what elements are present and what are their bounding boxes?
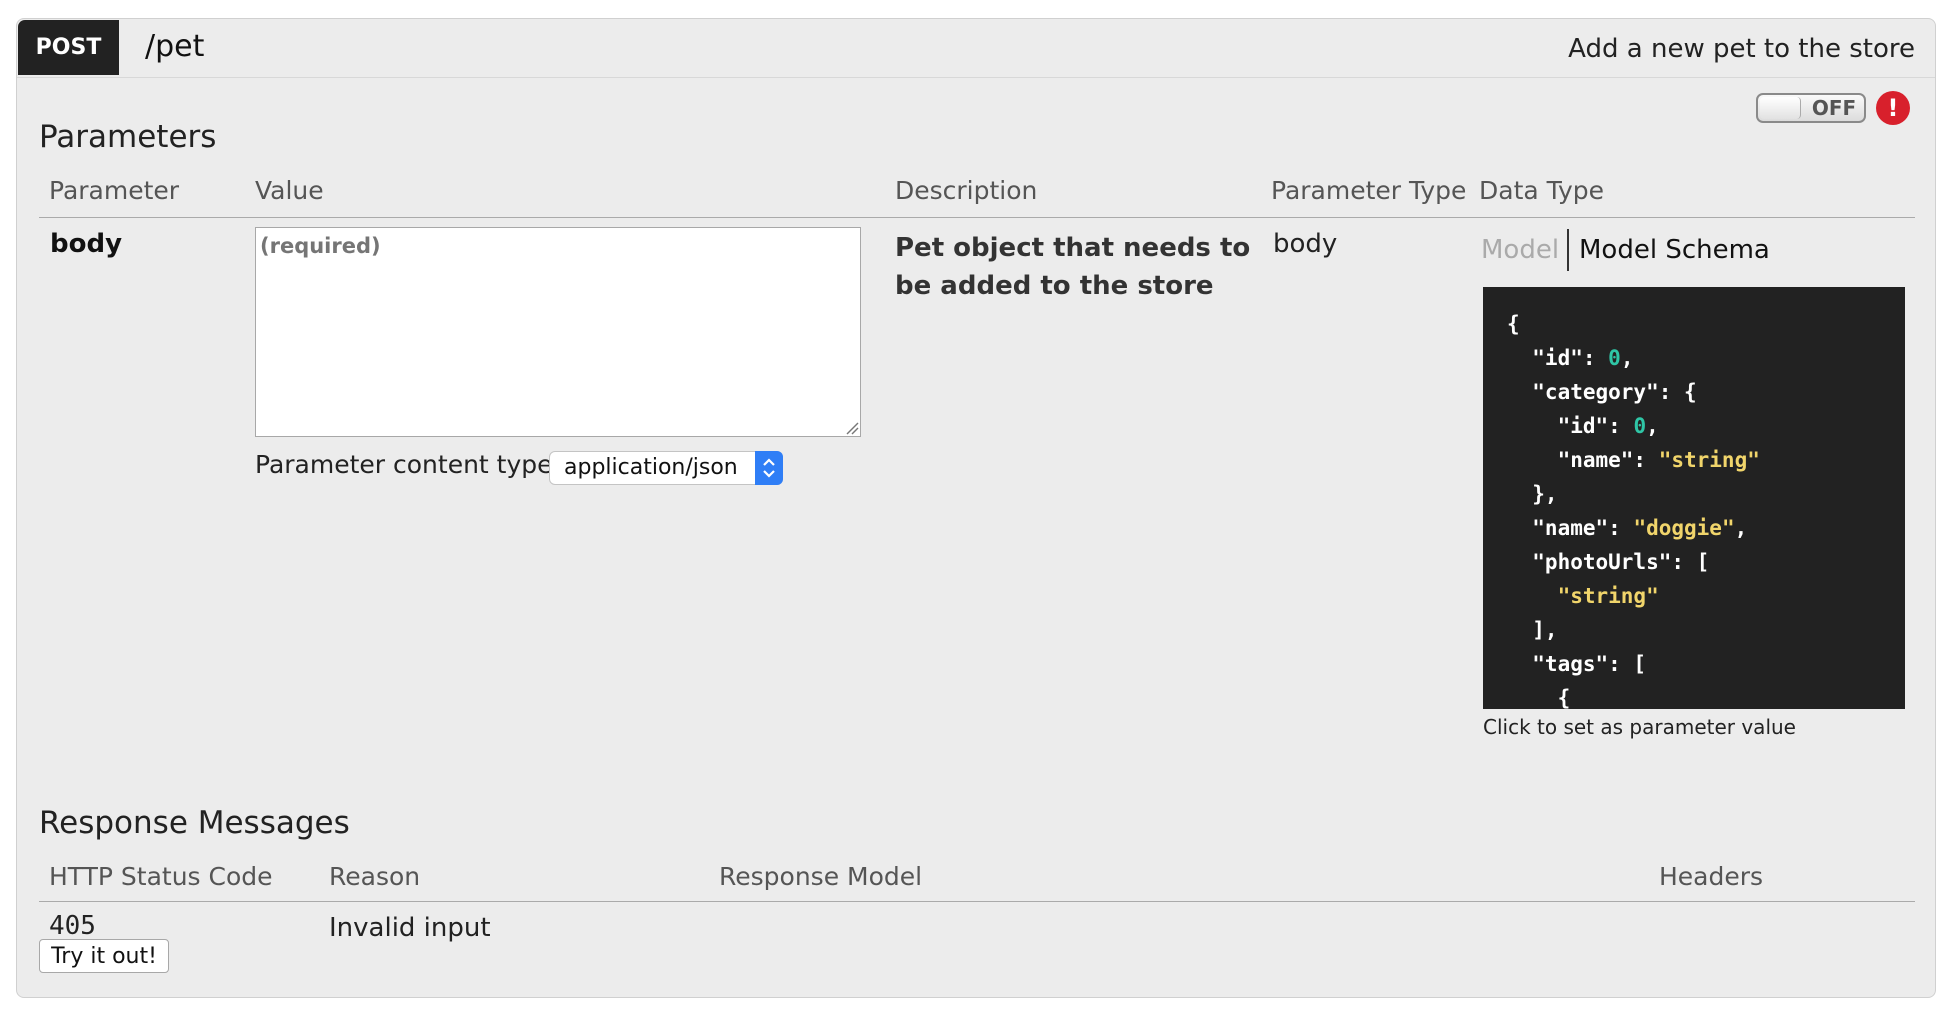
model-schema-code[interactable]: { "id": 0, "category": { "id": 0, "name"… [1483, 287, 1905, 709]
operation-panel: POST /pet Add a new pet to the store OFF… [16, 18, 1936, 998]
col-headers: Headers [1659, 862, 1764, 891]
parameters-title: Parameters [39, 119, 217, 155]
toggle-label: OFF [1811, 96, 1857, 120]
col-parameter: Parameter [49, 176, 180, 205]
http-method-badge[interactable]: POST [18, 20, 119, 75]
toggle-knob [1760, 97, 1801, 119]
schema-line: "tags": [ [1507, 652, 1647, 676]
resize-grip-icon[interactable] [845, 421, 859, 435]
auth-toggle[interactable]: OFF [1756, 93, 1866, 123]
col-description: Description [895, 176, 1038, 205]
tab-model-schema[interactable]: Model Schema [1579, 233, 1770, 267]
operation-header[interactable]: POST /pet Add a new pet to the store [17, 19, 1935, 78]
responses-title: Response Messages [39, 805, 350, 841]
schema-hint: Click to set as parameter value [1483, 715, 1796, 739]
schema-line: "photoUrls": [ [1507, 550, 1710, 574]
select-arrows-icon [755, 451, 783, 485]
tab-divider [1567, 229, 1569, 271]
schema-line: "name": "doggie", [1507, 516, 1748, 540]
content-type-value: application/json [564, 455, 738, 480]
parameters-header-rule [39, 217, 1915, 218]
col-parameter-type: Parameter Type [1271, 176, 1467, 205]
schema-line: ], [1507, 618, 1558, 642]
col-data-type: Data Type [1479, 176, 1605, 205]
content-type-select[interactable]: application/json [549, 451, 783, 485]
content-type-label: Parameter content type: [255, 450, 561, 479]
schema-line: "id": 0, [1507, 346, 1634, 370]
col-reason: Reason [329, 862, 421, 891]
response-status-code: 405 [49, 911, 96, 941]
responses-header-rule [39, 901, 1915, 902]
schema-line: "category": { [1507, 380, 1697, 404]
col-http-status-code: HTTP Status Code [49, 862, 273, 891]
param-name: body [50, 229, 123, 259]
schema-json: { "id": 0, "category": { "id": 0, "name"… [1507, 307, 1905, 709]
col-value: Value [255, 176, 324, 205]
response-reason: Invalid input [329, 913, 491, 943]
endpoint-path[interactable]: /pet [145, 27, 204, 67]
body-value-textarea[interactable] [255, 227, 861, 437]
schema-line: "string" [1557, 584, 1659, 608]
schema-line: "name": "string" [1507, 448, 1760, 472]
tab-model[interactable]: Model [1481, 233, 1559, 267]
schema-line: { [1507, 686, 1571, 709]
operation-summary[interactable]: Add a new pet to the store [1568, 31, 1915, 67]
schema-line: { [1507, 312, 1520, 336]
schema-line: }, [1507, 482, 1558, 506]
alert-icon[interactable]: ! [1876, 91, 1910, 125]
try-it-out-button[interactable]: Try it out! [39, 939, 169, 973]
param-type: body [1273, 229, 1338, 259]
col-response-model: Response Model [719, 862, 923, 891]
schema-line: "id": 0, [1507, 414, 1659, 438]
param-description: Pet object that needs to be added to the… [895, 233, 1251, 301]
